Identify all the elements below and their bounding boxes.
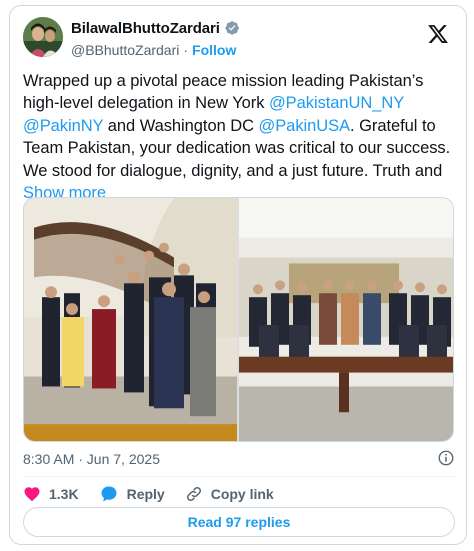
- link-icon: [186, 486, 201, 502]
- tweet-header: BilawalBhuttoZardari @BBhuttoZardari · F…: [23, 17, 453, 61]
- copy-link-label: Copy link: [210, 486, 274, 502]
- separator-dot: ·: [183, 42, 189, 58]
- name-row: BilawalBhuttoZardari: [71, 19, 240, 37]
- author-block: BilawalBhuttoZardari @BBhuttoZardari · F…: [71, 19, 240, 59]
- tweet-meta: 8:30 AM · Jun 7, 2025: [23, 447, 455, 471]
- delegation-table-photo[interactable]: [239, 198, 454, 441]
- reply-button[interactable]: Reply: [99, 484, 165, 504]
- media-grid: [23, 197, 454, 442]
- info-icon[interactable]: [437, 449, 455, 467]
- handle-row: @BBhuttoZardari · Follow: [71, 41, 240, 59]
- tweet-card: BilawalBhuttoZardari @BBhuttoZardari · F…: [9, 5, 467, 545]
- follow-button[interactable]: Follow: [192, 42, 236, 58]
- tweet-text: Wrapped up a pivotal peace mission leadi…: [23, 70, 455, 204]
- heart-icon: [24, 487, 40, 502]
- delegation-staircase-photo[interactable]: [24, 198, 237, 441]
- like-count: 1.3K: [49, 486, 79, 502]
- tweet-timestamp[interactable]: 8:30 AM · Jun 7, 2025: [23, 451, 160, 467]
- mention-link[interactable]: @PakinUSA: [259, 117, 351, 135]
- mention-link[interactable]: @PakistanUN_NY: [269, 94, 404, 112]
- action-bar: 1.3K Reply Copy link: [23, 480, 455, 508]
- avatar[interactable]: [23, 17, 63, 57]
- mention-link[interactable]: @PakinNY: [23, 117, 103, 135]
- like-button[interactable]: 1.3K: [23, 485, 79, 503]
- read-replies-button[interactable]: Read 97 replies: [23, 507, 455, 537]
- x-logo-icon[interactable]: [427, 23, 449, 45]
- reply-label: Reply: [126, 486, 165, 502]
- speech-bubble-icon: [101, 486, 117, 502]
- author-name[interactable]: BilawalBhuttoZardari: [71, 20, 220, 37]
- divider: [23, 476, 455, 477]
- author-handle[interactable]: @BBhuttoZardari: [71, 42, 179, 58]
- tweet-text-segment: and Washington DC: [103, 116, 259, 135]
- verified-badge-icon: [225, 21, 239, 35]
- copy-link-button[interactable]: Copy link: [185, 485, 274, 503]
